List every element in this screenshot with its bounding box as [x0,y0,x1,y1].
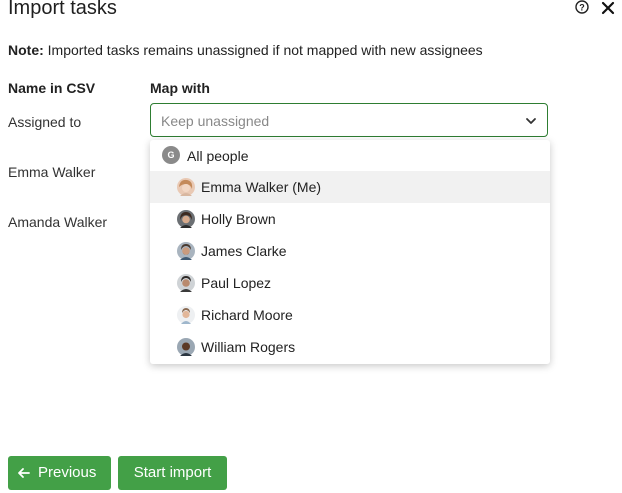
avatar-richard-icon [177,306,195,324]
column-header-name-in-csv: Name in CSV [8,80,96,96]
chevron-down-icon [526,118,536,124]
option-richard-moore[interactable]: Richard Moore [150,299,550,331]
avatar-james-icon [177,242,195,260]
avatar-william-icon [177,338,195,356]
close-icon[interactable] [601,1,615,15]
option-label: Richard Moore [201,307,293,323]
note-prefix: Note: [8,42,44,58]
arrow-left-icon [18,468,30,478]
option-label: Holly Brown [201,211,276,227]
option-label: James Clarke [201,243,287,259]
option-holly-brown[interactable]: Holly Brown [150,203,550,235]
option-paul-lopez[interactable]: Paul Lopez [150,267,550,299]
avatar-holly-icon [177,210,195,228]
row-label-amanda-walker: Amanda Walker [8,214,108,230]
option-label: William Rogers [201,339,296,355]
note-text: Note: Imported tasks remains unassigned … [8,41,483,59]
import-tasks-dialog: Import tasks ? Note: Imported tasks rema… [0,0,622,493]
question-circle-icon[interactable]: ? [575,0,589,14]
dialog-title: Import tasks [8,0,117,19]
option-group-all-people[interactable]: G All people [150,140,550,172]
note-body: Imported tasks remains unassigned if not… [43,42,483,58]
column-header-map-with: Map with [150,80,210,96]
group-badge: G [162,146,180,164]
option-emma-walker[interactable]: Emma Walker (Me) [150,171,550,203]
option-label: Paul Lopez [201,275,272,291]
previous-button-label: Previous [38,464,97,481]
row-label-assigned-to: Assigned to [8,114,82,130]
assignee-select[interactable]: Keep unassigned [150,103,548,137]
start-import-button[interactable]: Start import [118,456,227,490]
svg-text:?: ? [579,2,585,12]
option-james-clarke[interactable]: James Clarke [150,235,550,267]
avatar-paul-icon [177,274,195,292]
option-william-rogers[interactable]: William Rogers [150,331,550,363]
select-placeholder: Keep unassigned [161,113,270,129]
avatar-emma-icon [177,178,195,196]
previous-button[interactable]: Previous [8,456,111,490]
start-import-button-label: Start import [133,464,212,481]
assignee-dropdown-menu: G All people Emma Walker (Me) Holly Brow… [150,140,550,364]
option-label: All people [187,148,249,164]
option-label: Emma Walker (Me) [201,179,322,195]
row-label-emma-walker: Emma Walker [8,164,96,180]
